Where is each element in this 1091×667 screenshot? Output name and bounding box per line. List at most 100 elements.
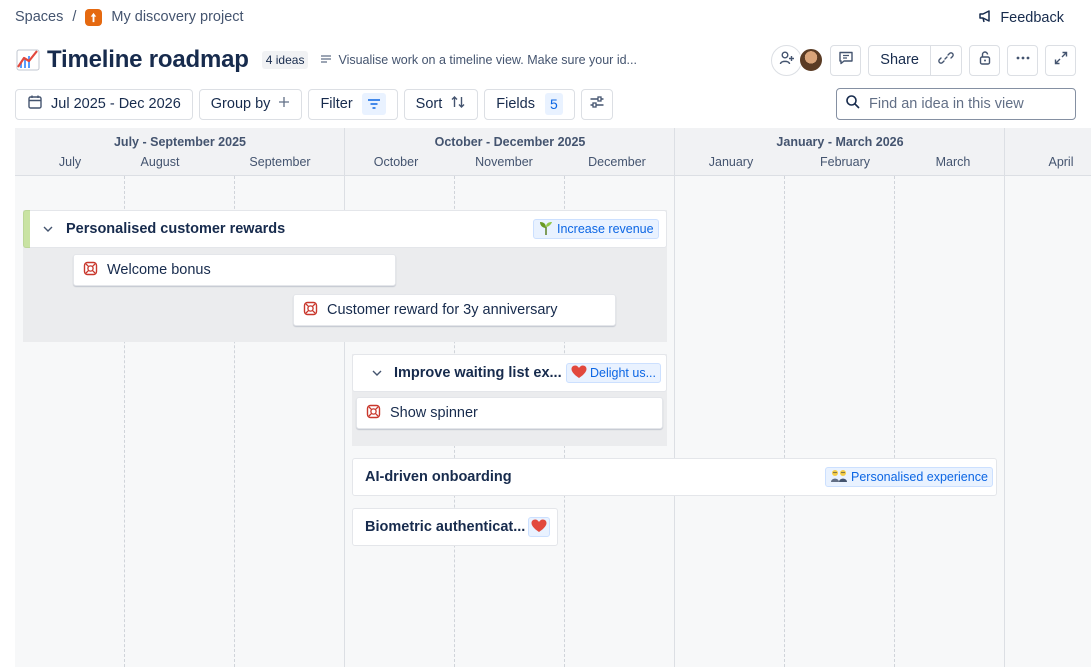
month-label: October (373, 155, 419, 169)
breadcrumb-spaces[interactable]: Spaces (15, 9, 63, 25)
idea-title: Show spinner (390, 405, 478, 421)
idea-title: Welcome bonus (107, 262, 211, 278)
month-label: December (588, 155, 646, 169)
group-row[interactable]: AI-driven onboarding Personalised experi… (352, 458, 997, 496)
month-label: August (140, 155, 180, 169)
megaphone-icon (978, 8, 994, 28)
view-toolbar: Jul 2025 - Dec 2026 Group by Filter Sort… (15, 88, 613, 120)
description-text: Visualise work on a timeline view. Make … (338, 53, 637, 67)
group-row[interactable]: Improve waiting list ex... Delight us... (352, 354, 667, 392)
month-label: February (819, 155, 871, 169)
timeline[interactable]: July - September 2025 October - December… (15, 128, 1091, 667)
add-people-button[interactable] (771, 44, 803, 76)
view-description[interactable]: Visualise work on a timeline view. Make … (320, 53, 637, 68)
sort-label: Sort (415, 96, 443, 112)
share-button[interactable]: Share (868, 44, 931, 76)
filter-button[interactable]: Filter (308, 88, 398, 120)
sort-icon (450, 94, 466, 114)
goal-tag[interactable]: Increase revenue (533, 219, 659, 239)
breadcrumb-separator: / (72, 9, 77, 25)
month-label: January (708, 155, 754, 169)
goal-tag[interactable]: Delight us... (566, 363, 662, 383)
group-title: Biometric authenticat... (365, 519, 526, 535)
quarter-divider (1004, 128, 1005, 667)
timeline-header: July - September 2025 October - December… (15, 128, 1091, 176)
group-accent-bar (23, 210, 30, 248)
heart-icon (531, 519, 547, 536)
search-field[interactable] (836, 88, 1076, 120)
month-label: November (475, 155, 533, 169)
quarter-divider (344, 128, 345, 667)
idea-icon (303, 301, 318, 320)
unlock-icon (977, 50, 993, 70)
calendar-icon (27, 94, 43, 114)
share-group: Share (868, 44, 962, 76)
page-title: Timeline roadmap (47, 46, 249, 73)
group-by-button[interactable]: Group by (198, 88, 303, 120)
avatar[interactable] (799, 48, 824, 72)
date-range-label: Jul 2025 - Dec 2026 (51, 96, 181, 112)
chevron-down-icon[interactable] (370, 366, 384, 380)
quarter-label: October - December 2025 (434, 135, 586, 149)
date-range-button[interactable]: Jul 2025 - Dec 2026 (15, 88, 193, 120)
group-row[interactable]: Biometric authenticat... (352, 508, 558, 546)
goal-label: Personalised experience (851, 470, 988, 484)
group-title: AI-driven onboarding (365, 469, 512, 485)
seedling-icon (538, 221, 554, 238)
goal-label: Delight us... (590, 366, 657, 380)
group-title: Improve waiting list ex... (394, 365, 562, 381)
heart-icon (571, 365, 587, 382)
sliders-icon (589, 94, 605, 114)
quarter-label: January - March 2026 (776, 135, 904, 149)
idea-card[interactable]: Welcome bonus (73, 254, 396, 286)
add-person-icon (779, 50, 795, 71)
quarter-divider (674, 128, 675, 667)
plus-icon (278, 96, 290, 112)
idea-card[interactable]: Customer reward for 3y anniversary (293, 294, 616, 326)
fullscreen-button[interactable] (1045, 44, 1076, 76)
project-icon (85, 8, 103, 26)
sort-button[interactable]: Sort (403, 88, 479, 120)
goal-tag[interactable]: Personalised experience (825, 467, 993, 487)
chevron-down-icon[interactable] (41, 222, 55, 236)
copy-link-button[interactable] (931, 44, 962, 76)
idea-card[interactable]: Show spinner (356, 397, 663, 429)
link-icon (938, 50, 954, 70)
month-label: March (935, 155, 971, 169)
chart-increasing-icon (15, 47, 41, 73)
view-settings-button[interactable] (580, 88, 613, 120)
goal-tag[interactable] (528, 517, 550, 537)
lock-button[interactable] (969, 44, 1000, 76)
feedback-button[interactable]: Feedback (978, 8, 1064, 28)
fields-label: Fields (496, 96, 535, 112)
comments-button[interactable] (830, 44, 862, 76)
expand-icon (1053, 50, 1069, 70)
idea-icon (83, 261, 98, 280)
idea-icon (366, 404, 381, 423)
group-row[interactable]: Personalised customer rewards Increase r… (23, 210, 667, 248)
idea-title: Customer reward for 3y anniversary (327, 302, 558, 318)
group-title: Personalised customer rewards (66, 221, 286, 237)
header-actions: Share (771, 44, 1076, 76)
more-actions-button[interactable] (1007, 44, 1038, 76)
comment-icon (838, 50, 854, 70)
description-icon (320, 53, 332, 68)
people-icon (830, 469, 848, 486)
month-label: September (249, 155, 311, 169)
month-divider (784, 176, 785, 667)
group-by-label: Group by (210, 96, 271, 112)
month-divider (894, 176, 895, 667)
fields-button[interactable]: Fields 5 (484, 88, 575, 120)
title-row: Timeline roadmap 4 ideas Visualise work … (15, 44, 637, 76)
more-icon (1015, 50, 1031, 70)
search-icon (845, 94, 861, 115)
quarter-label: July - September 2025 (113, 135, 246, 149)
idea-count-badge: 4 ideas (261, 51, 309, 69)
breadcrumb: Spaces / My discovery project (15, 8, 244, 26)
search-input[interactable] (869, 96, 1069, 112)
filter-label: Filter (320, 96, 353, 112)
breadcrumb-project[interactable]: My discovery project (111, 9, 243, 25)
month-label: April (1048, 155, 1074, 169)
fields-count-badge: 5 (544, 93, 563, 115)
filter-icon (361, 93, 386, 115)
